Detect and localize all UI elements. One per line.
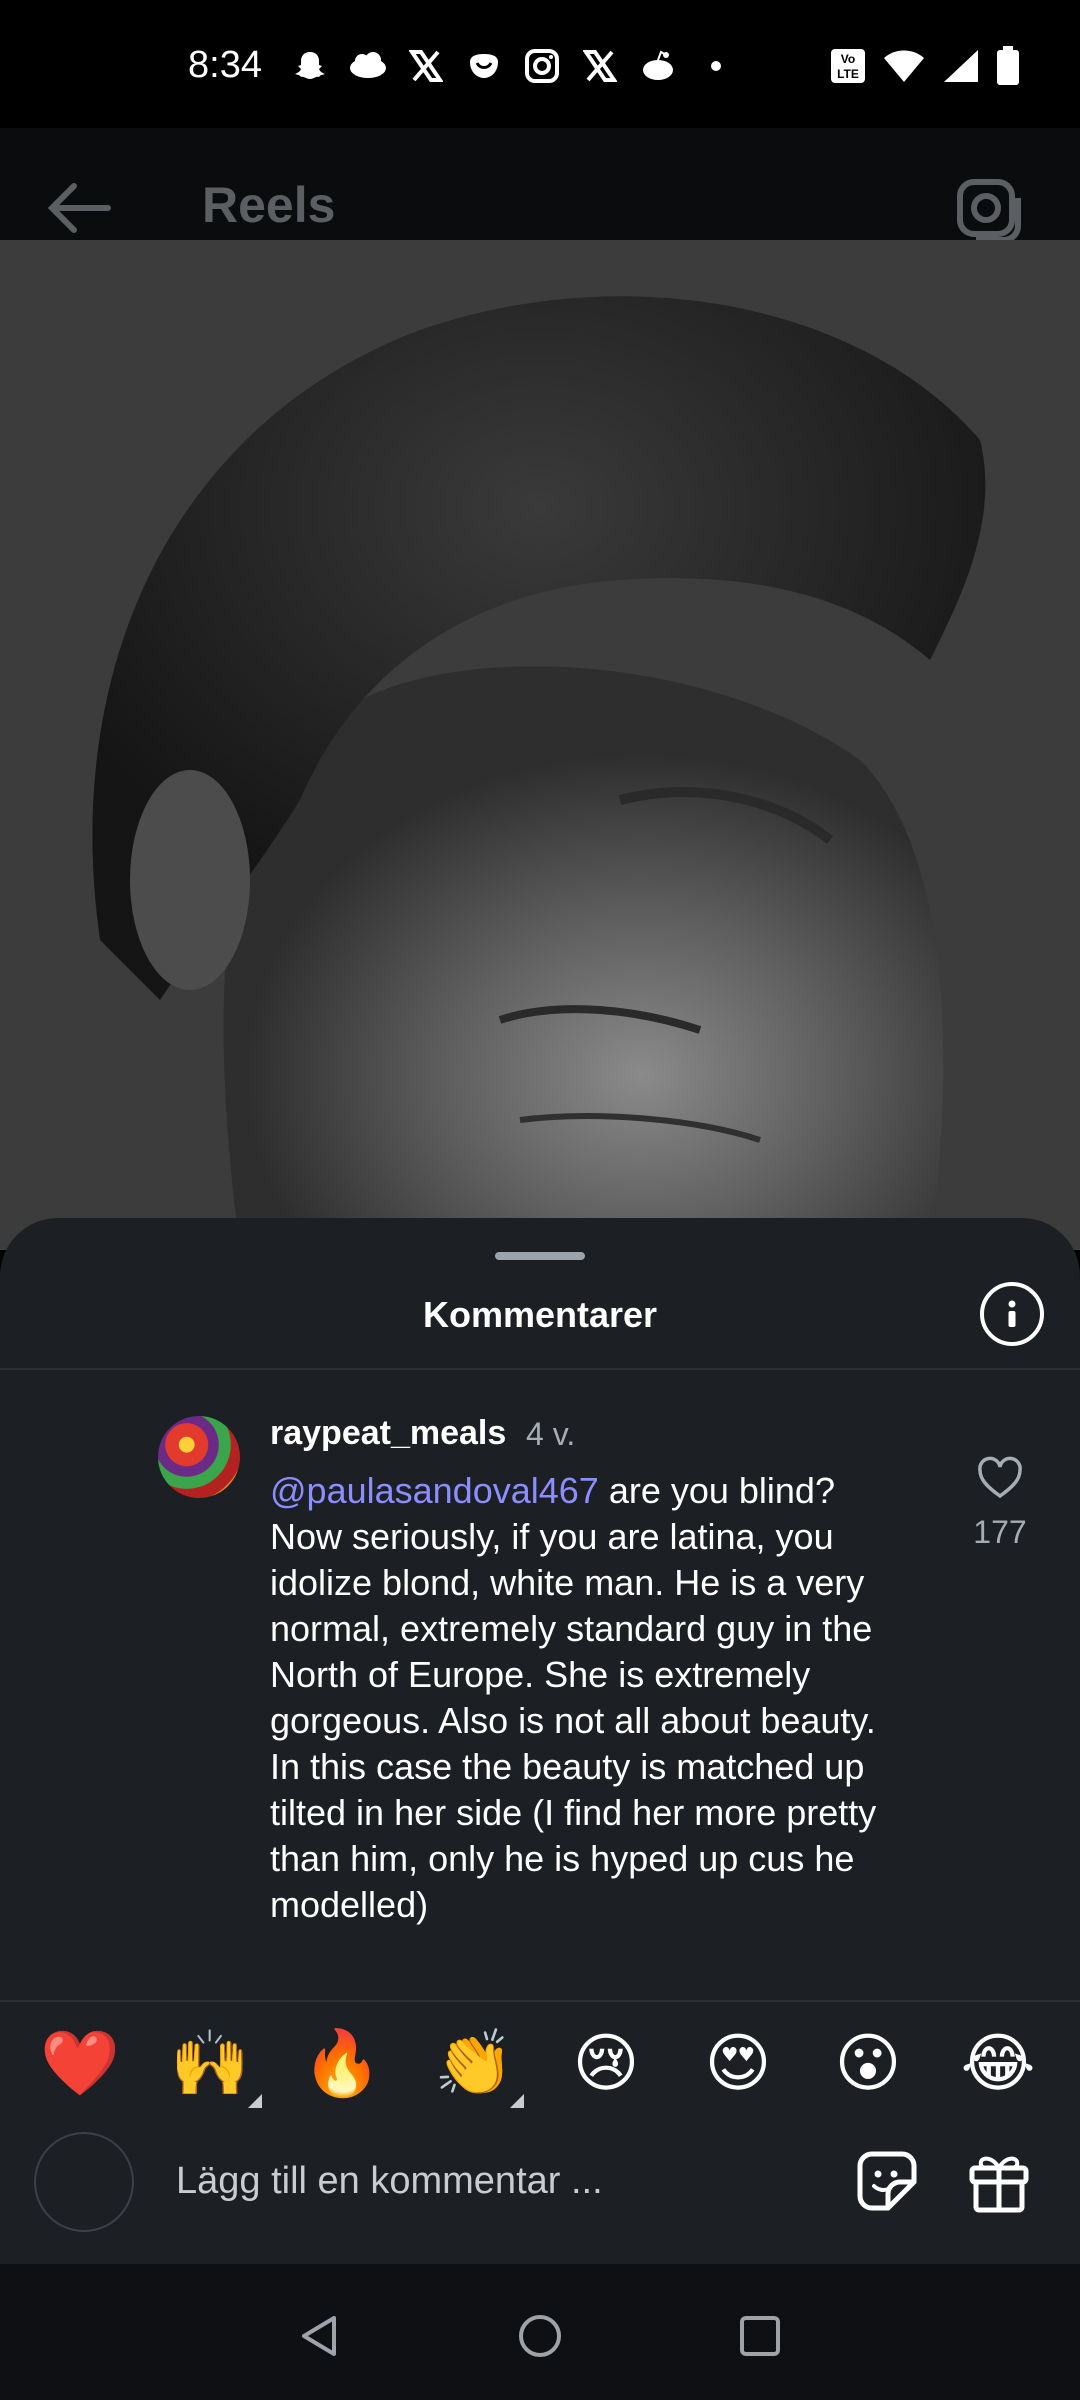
video-frame-image (0, 240, 1080, 1250)
emoji-clapping[interactable]: 👏 (434, 2024, 514, 2104)
volte-icon: Vo LTE (830, 48, 866, 88)
comment-time: 4 v. (526, 1416, 576, 1452)
reel-video[interactable] (0, 240, 1080, 1250)
user-avatar (34, 2132, 134, 2232)
comment-username[interactable]: raypeat_meals (270, 1414, 506, 1453)
emoji-raising-hands[interactable]: 🙌 (170, 2024, 250, 2104)
skin-tone-indicator (248, 2094, 262, 2108)
emoji-crying[interactable]: 😢 (566, 2024, 646, 2104)
arrow-left-icon[interactable] (44, 178, 114, 242)
page-title: Reels (202, 177, 336, 233)
comment-text: @paulasandoval467 are you blind? Now ser… (270, 1468, 910, 1928)
battery-icon (996, 46, 1020, 90)
comment-body: are you blind? Now seriously, if you are… (270, 1470, 877, 1925)
emoji-quick-reactions: ❤️ 🙌 🔥 👏 😢 😍 😮 😂 (0, 2024, 1080, 2108)
klart-icon (348, 46, 388, 86)
header-divider (0, 1368, 1080, 1370)
camera-icon[interactable] (954, 174, 1024, 248)
drag-handle[interactable] (495, 1252, 585, 1260)
notification-icons (290, 46, 736, 86)
x-icon (406, 46, 446, 86)
home-circle-icon[interactable] (516, 2312, 564, 2364)
emoji-heart[interactable]: ❤️ (40, 2024, 120, 2104)
dot-icon (696, 46, 736, 86)
emoji-fire[interactable]: 🔥 (302, 2024, 382, 2104)
skin-tone-indicator (510, 2094, 524, 2108)
comment-input[interactable] (174, 2148, 818, 2214)
reels-header (0, 128, 1080, 240)
emoji-laughing[interactable]: 😂 (958, 2024, 1038, 2104)
emoji-heart-eyes[interactable]: 😍 (698, 2024, 778, 2104)
heart-icon[interactable] (976, 1454, 1024, 1502)
x-icon (580, 46, 620, 86)
like-count: 177 (973, 1514, 1027, 1550)
svg-text:Vo: Vo (841, 52, 855, 66)
signal-icon (942, 48, 980, 88)
status-bar: 8:34 Vo LTE (0, 0, 1080, 128)
svg-text:LTE: LTE (837, 67, 859, 81)
instagram-icon (522, 46, 562, 86)
info-icon[interactable] (980, 1282, 1044, 1346)
bereal-icon (464, 46, 504, 86)
sticker-icon[interactable] (852, 2146, 922, 2220)
gift-icon[interactable] (964, 2146, 1034, 2220)
snapchat-icon (290, 46, 330, 86)
recents-square-icon[interactable] (736, 2312, 784, 2364)
comment-mention[interactable]: @paulasandoval467 (270, 1470, 599, 1511)
wifi-icon (882, 48, 926, 88)
system-status-icons: Vo LTE (830, 46, 1020, 90)
reddit-icon (638, 46, 678, 86)
avatar[interactable] (158, 1416, 240, 1498)
sheet-title: Kommentarer (422, 1294, 658, 1335)
emoji-surprised[interactable]: 😮 (828, 2024, 908, 2104)
status-time: 8:34 (188, 44, 262, 86)
back-triangle-icon[interactable] (296, 2312, 344, 2364)
